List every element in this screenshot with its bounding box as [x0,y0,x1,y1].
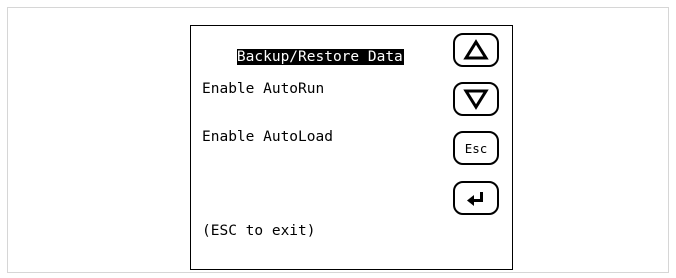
menu-spacer [202,177,404,191]
menu-item-backup-restore[interactable]: Backup/Restore Data [236,49,404,65]
esc-label: Esc [464,140,488,156]
enter-button[interactable] [453,181,499,215]
triangle-up-icon [463,39,489,60]
menu-item-enable-autoload[interactable]: Enable AutoLoad [202,129,404,145]
triangle-down-icon [463,89,489,110]
up-button[interactable] [453,33,499,67]
enter-arrow-icon [467,192,483,206]
esc-button[interactable]: Esc [453,131,499,165]
lcd-screen: Backup/Restore Data Enable AutoRun Enabl… [190,25,513,270]
exit-hint: (ESC to exit) [202,223,316,239]
menu-item-enable-autorun[interactable]: Enable AutoRun [202,81,404,97]
down-button[interactable] [453,82,499,116]
menu-list: Backup/Restore Data Enable AutoRun Enabl… [202,33,404,271]
